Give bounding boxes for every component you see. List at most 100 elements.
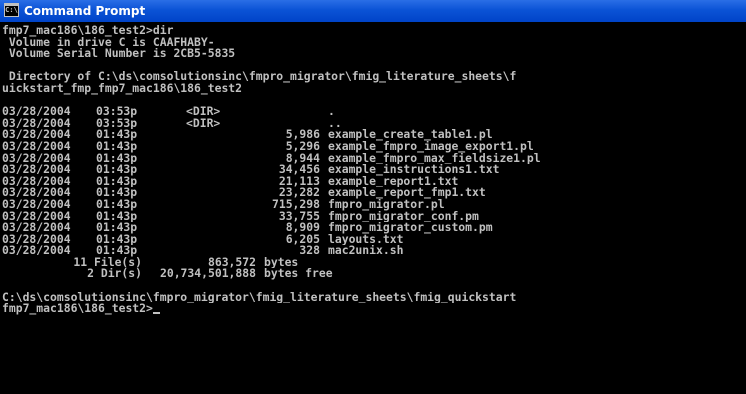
- list-item: 03/28/2004 03:53p <DIR>.: [2, 106, 746, 118]
- console-output[interactable]: fmp7_mac186\186_test2>dir Volume in driv…: [0, 22, 746, 394]
- entry-name: example_report_fmp1.txt: [328, 187, 486, 199]
- list-item: 03/28/2004 01:43p 328 mac2unix.sh: [2, 245, 746, 257]
- entry-name: example_report1.txt: [328, 175, 459, 188]
- entry-time: 01:43p: [96, 233, 138, 246]
- list-item: 03/28/2004 03:53p <DIR>..: [2, 118, 746, 130]
- entry-dir-tag: [186, 153, 250, 165]
- entry-dir-tag: [186, 245, 250, 257]
- list-item: 03/28/2004 01:43p 21,113 example_report1.tx…: [2, 176, 746, 188]
- entry-date: 03/28/2004: [2, 140, 71, 153]
- entry-size: 23,282: [278, 187, 320, 199]
- entry-name: .: [328, 106, 335, 118]
- list-item: 03/28/2004 01:43p 6,205 layouts.txt: [2, 234, 746, 246]
- entry-size: 34,456: [278, 164, 320, 176]
- list-item: 03/28/2004 01:43p 5,986 example_create_tabl…: [2, 129, 746, 141]
- files-total-size: 863,572: [207, 256, 256, 269]
- final-prompt-text: fmp7_mac186\186_test2>: [2, 303, 153, 315]
- files-summary-line: 11 File(s) 863,572 bytes: [2, 257, 746, 269]
- entry-date: 03/28/2004: [2, 175, 71, 188]
- list-item: 03/28/2004 01:43p 715,298 fmpro_migrator.pl: [2, 199, 746, 211]
- entry-time: 01:43p: [96, 198, 138, 211]
- entry-date: 03/28/2004: [2, 233, 71, 246]
- dirs-summary-line: 2 Dir(s) 20,734,501,888 bytes free: [2, 268, 746, 280]
- cmd-window-icon[interactable]: C:\: [4, 3, 19, 17]
- list-item: 03/28/2004 01:43p 5,296 example_fmpro_image…: [2, 141, 746, 153]
- entry-name: example_fmpro_image_export1.pl: [328, 140, 534, 153]
- entry-dir-tag: [186, 129, 250, 141]
- entry-size: 21,113: [278, 175, 320, 188]
- entry-date: 03/28/2004: [2, 198, 71, 211]
- entry-dir-tag: [186, 222, 250, 234]
- volume-serial-line: Volume Serial Number is 2CB5-5835: [2, 48, 236, 60]
- final-prompt-line-1: C:\ds\comsolutionsinc\fmpro_migrator\fmi…: [2, 291, 517, 304]
- entry-size: 328: [299, 245, 320, 257]
- entry-name: fmpro_migrator_custom.pm: [328, 222, 493, 234]
- entry-size: 715,298: [271, 198, 320, 211]
- entry-date: 03/28/2004: [2, 210, 71, 223]
- entry-size: 5,986: [285, 129, 320, 141]
- entry-name: mac2unix.sh: [328, 245, 404, 257]
- entry-name: ..: [328, 117, 342, 130]
- entry-dir-tag: [186, 187, 250, 199]
- directory-line-1: Directory of C:\ds\comsolutionsinc\fmpro…: [2, 71, 517, 83]
- entry-time: 01:43p: [96, 129, 138, 141]
- list-item: 03/28/2004 01:43p 23,282 example_report_fmp…: [2, 187, 746, 199]
- entry-date: 03/28/2004: [2, 245, 71, 257]
- list-item: 03/28/2004 01:43p 8,909 fmpro_migrator_cust…: [2, 222, 746, 234]
- free-space-unit: bytes free: [264, 268, 333, 281]
- entry-time: 03:53p: [96, 117, 138, 130]
- entry-time: 01:43p: [96, 210, 138, 223]
- entry-size: 6,205: [285, 233, 320, 246]
- entry-time: 01:43p: [96, 245, 138, 257]
- entry-date: 03/28/2004: [2, 117, 71, 130]
- entry-size: 33,755: [278, 210, 320, 223]
- entry-time: 03:53p: [96, 106, 138, 118]
- command-prompt-window: C:\ Command Prompt fmp7_mac186\186_test2…: [0, 0, 746, 394]
- entry-time: 01:43p: [96, 140, 138, 153]
- directory-line-2: uickstart_fmp_fmp7_mac186\186_test2: [2, 82, 243, 95]
- window-title: Command Prompt: [24, 4, 146, 18]
- entry-name: example_fmpro_max_fieldsize1.pl: [328, 152, 541, 165]
- list-item: 03/28/2004 01:43p 33,755 fmpro_migrator_con…: [2, 211, 746, 223]
- entry-name: fmpro_migrator.pl: [328, 198, 445, 211]
- entry-time: 01:43p: [96, 175, 138, 188]
- entry-size: [250, 106, 320, 118]
- entry-size: 5,296: [285, 140, 320, 153]
- entry-name: example_instructions1.txt: [328, 164, 500, 176]
- entry-dir-tag: [186, 211, 250, 223]
- entry-name: example_create_table1.pl: [328, 129, 493, 141]
- title-bar[interactable]: C:\ Command Prompt: [0, 0, 746, 22]
- entry-dir-tag: [186, 234, 250, 246]
- command-text: dir: [152, 25, 174, 37]
- entry-dir-tag: <DIR>: [186, 117, 221, 130]
- entry-dir-tag: [186, 176, 250, 188]
- list-item: 03/28/2004 01:43p 8,944 example_fmpro_max_f…: [2, 153, 746, 165]
- entry-time: 01:43p: [96, 222, 138, 234]
- files-size-unit: bytes: [264, 256, 299, 269]
- entry-dir-tag: <DIR>: [186, 106, 221, 118]
- prompt-text: fmp7_mac186\186_test2>: [2, 25, 153, 37]
- entry-date: 03/28/2004: [2, 164, 71, 176]
- list-item: 03/28/2004 01:43p 34,456 example_instructio…: [2, 164, 746, 176]
- entry-time: 01:43p: [96, 152, 138, 165]
- entry-size: 8,944: [285, 152, 320, 165]
- entry-date: 03/28/2004: [2, 187, 71, 199]
- entry-time: 01:43p: [96, 187, 138, 199]
- final-prompt-line-2[interactable]: fmp7_mac186\186_test2>: [2, 303, 746, 315]
- entry-time: 01:43p: [96, 164, 138, 176]
- entry-size: 8,909: [285, 222, 320, 234]
- entry-dir-tag: [186, 164, 250, 176]
- entry-name: fmpro_migrator_conf.pm: [328, 210, 479, 223]
- entry-date: 03/28/2004: [2, 106, 71, 118]
- entry-name: layouts.txt: [328, 233, 404, 246]
- volume-label-line: Volume in drive C is CAAFHABY-: [2, 36, 215, 49]
- entry-date: 03/28/2004: [2, 152, 71, 165]
- entry-dir-tag: [186, 199, 250, 211]
- entry-date: 03/28/2004: [2, 222, 71, 234]
- entry-date: 03/28/2004: [2, 129, 71, 141]
- files-count: 11 File(s): [73, 256, 142, 269]
- entry-size: [250, 118, 320, 130]
